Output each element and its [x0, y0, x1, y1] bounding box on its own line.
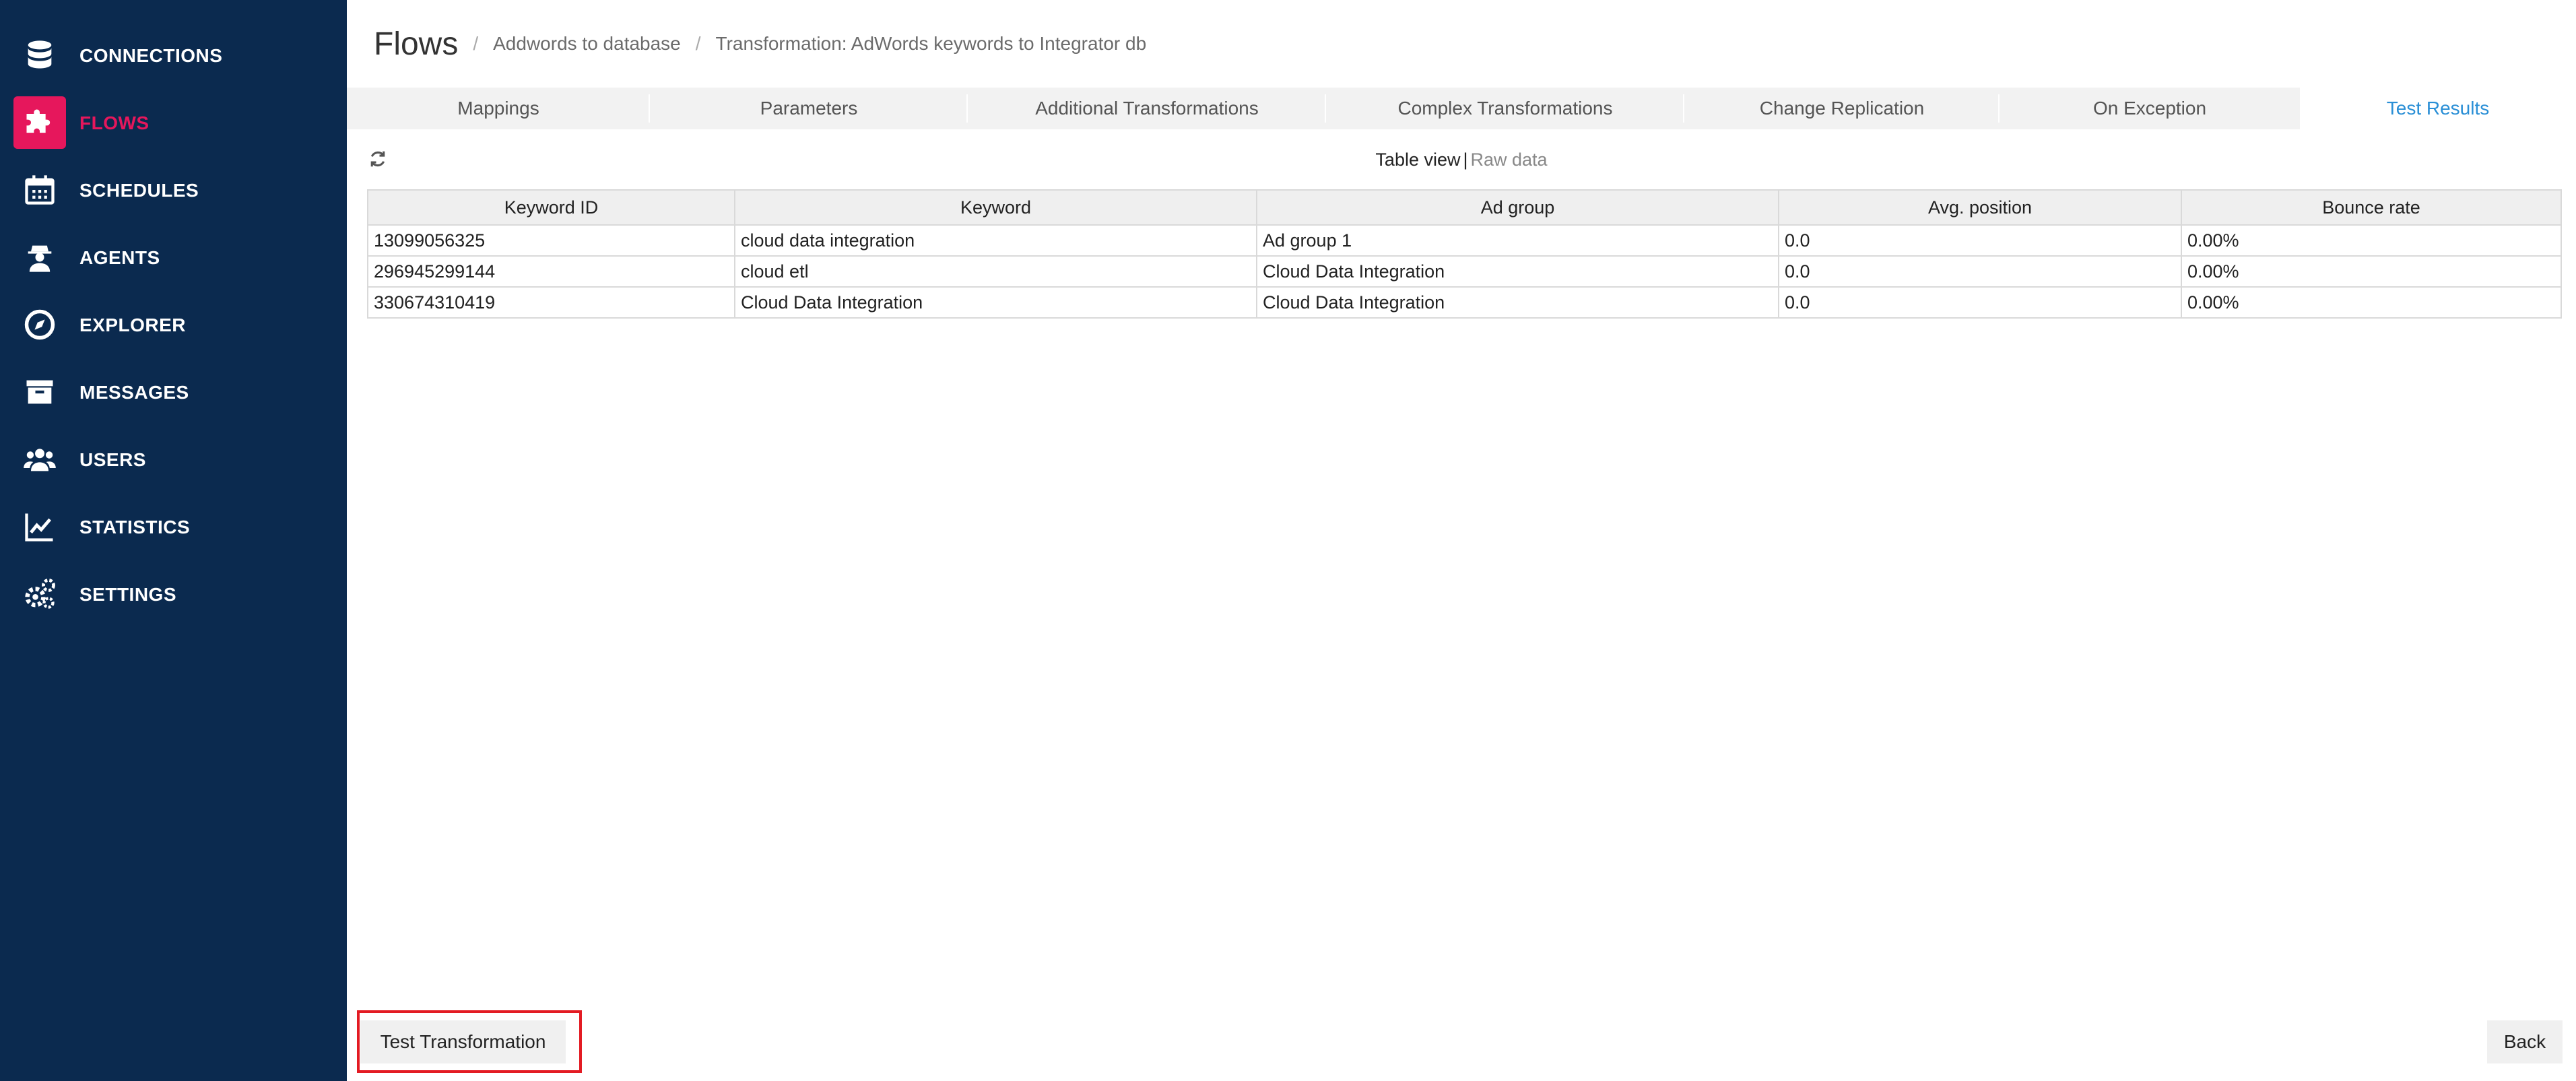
- tab-bar: Mappings Parameters Additional Transform…: [347, 88, 2576, 129]
- line-chart-icon: [13, 500, 66, 553]
- table-cell: Ad group 1: [1256, 224, 1779, 257]
- table-row: 330674310419 Cloud Data Integration Clou…: [367, 286, 2562, 319]
- tab-change-replication[interactable]: Change Replication: [1684, 88, 2000, 129]
- column-header-keyword-id[interactable]: Keyword ID: [367, 189, 735, 226]
- table-view-toggle[interactable]: Table view: [1375, 150, 1460, 170]
- table-row: 13099056325 cloud data integration Ad gr…: [367, 224, 2562, 257]
- sidebar-item-label: AGENTS: [79, 247, 160, 268]
- tab-test-results[interactable]: Test Results: [2300, 88, 2576, 129]
- column-header-bounce-rate[interactable]: Bounce rate: [2181, 189, 2562, 226]
- tab-mappings[interactable]: Mappings: [347, 88, 650, 129]
- sidebar-item-label: EXPLORER: [79, 315, 187, 335]
- test-transformation-button[interactable]: Test Transformation: [360, 1020, 566, 1063]
- sidebar-item-settings[interactable]: SETTINGS: [0, 561, 347, 628]
- table-cell: 296945299144: [367, 255, 735, 288]
- table-cell: Cloud Data Integration: [1256, 286, 1779, 319]
- gears-icon: [13, 568, 66, 620]
- sidebar-item-label: MESSAGES: [79, 382, 189, 403]
- table-row: 296945299144 cloud etl Cloud Data Integr…: [367, 255, 2562, 288]
- table-cell: Cloud Data Integration: [1256, 255, 1779, 288]
- table-cell: Cloud Data Integration: [734, 286, 1257, 319]
- sidebar-item-connections[interactable]: CONNECTIONS: [0, 22, 347, 90]
- app: CONNECTIONS FLOWS SCHEDULES AGENTS EXPLO: [0, 0, 2576, 1081]
- agent-icon: [13, 231, 66, 284]
- compass-icon: [13, 298, 66, 351]
- table-cell: 330674310419: [367, 286, 735, 319]
- sidebar-item-schedules[interactable]: SCHEDULES: [0, 157, 347, 224]
- sidebar-item-flows[interactable]: FLOWS: [0, 90, 347, 157]
- table-cell: 0.00%: [2181, 224, 2562, 257]
- tab-additional-transformations[interactable]: Additional Transformations: [968, 88, 1326, 129]
- column-header-ad-group[interactable]: Ad group: [1256, 189, 1779, 226]
- sidebar-item-statistics[interactable]: STATISTICS: [0, 494, 347, 561]
- tab-parameters[interactable]: Parameters: [650, 88, 968, 129]
- raw-data-toggle[interactable]: Raw data: [1471, 150, 1548, 170]
- main-content: Flows / Addwords to database / Transform…: [347, 0, 2576, 1081]
- breadcrumb-flow[interactable]: Addwords to database: [493, 33, 681, 55]
- sidebar-item-label: FLOWS: [79, 112, 150, 133]
- users-icon: [13, 433, 66, 486]
- tab-on-exception[interactable]: On Exception: [2000, 88, 2300, 129]
- sidebar-item-agents[interactable]: AGENTS: [0, 224, 347, 292]
- breadcrumb-separator: /: [473, 33, 479, 54]
- table-cell: 0.00%: [2181, 286, 2562, 319]
- breadcrumb-separator: /: [695, 33, 701, 54]
- database-icon: [13, 29, 66, 81]
- sidebar-item-messages[interactable]: MESSAGES: [0, 359, 347, 426]
- sidebar-item-users[interactable]: USERS: [0, 426, 347, 494]
- column-header-avg-position[interactable]: Avg. position: [1778, 189, 2182, 226]
- sidebar-item-label: SETTINGS: [79, 584, 177, 605]
- table-cell: 0.0: [1778, 224, 2182, 257]
- breadcrumb: Flows / Addwords to database / Transform…: [374, 20, 1146, 67]
- sidebar-item-explorer[interactable]: EXPLORER: [0, 292, 347, 359]
- table-header-row: Keyword ID Keyword Ad group Avg. positio…: [367, 189, 2562, 226]
- column-header-keyword[interactable]: Keyword: [734, 189, 1257, 226]
- puzzle-icon: [13, 96, 66, 149]
- view-toggle-separator: |: [1463, 150, 1468, 170]
- table-cell: cloud data integration: [734, 224, 1257, 257]
- table-cell: 0.0: [1778, 255, 2182, 288]
- sidebar: CONNECTIONS FLOWS SCHEDULES AGENTS EXPLO: [0, 0, 347, 1081]
- tab-complex-transformations[interactable]: Complex Transformations: [1326, 88, 1684, 129]
- breadcrumb-transformation: Transformation: AdWords keywords to Inte…: [715, 33, 1147, 54]
- sidebar-item-label: USERS: [79, 449, 146, 470]
- table-cell: 0.00%: [2181, 255, 2562, 288]
- page-title[interactable]: Flows: [374, 26, 458, 63]
- results-table: Keyword ID Keyword Ad group Avg. positio…: [367, 189, 2562, 319]
- back-button[interactable]: Back: [2487, 1020, 2563, 1063]
- archive-icon: [13, 366, 66, 418]
- sidebar-item-label: STATISTICS: [79, 517, 191, 537]
- sidebar-item-label: CONNECTIONS: [79, 45, 223, 66]
- view-toggle: Table view | Raw data: [347, 150, 2576, 170]
- table-cell: cloud etl: [734, 255, 1257, 288]
- table-cell: 13099056325: [367, 224, 735, 257]
- table-cell: 0.0: [1778, 286, 2182, 319]
- sidebar-item-label: SCHEDULES: [79, 180, 199, 201]
- calendar-icon: [13, 164, 66, 216]
